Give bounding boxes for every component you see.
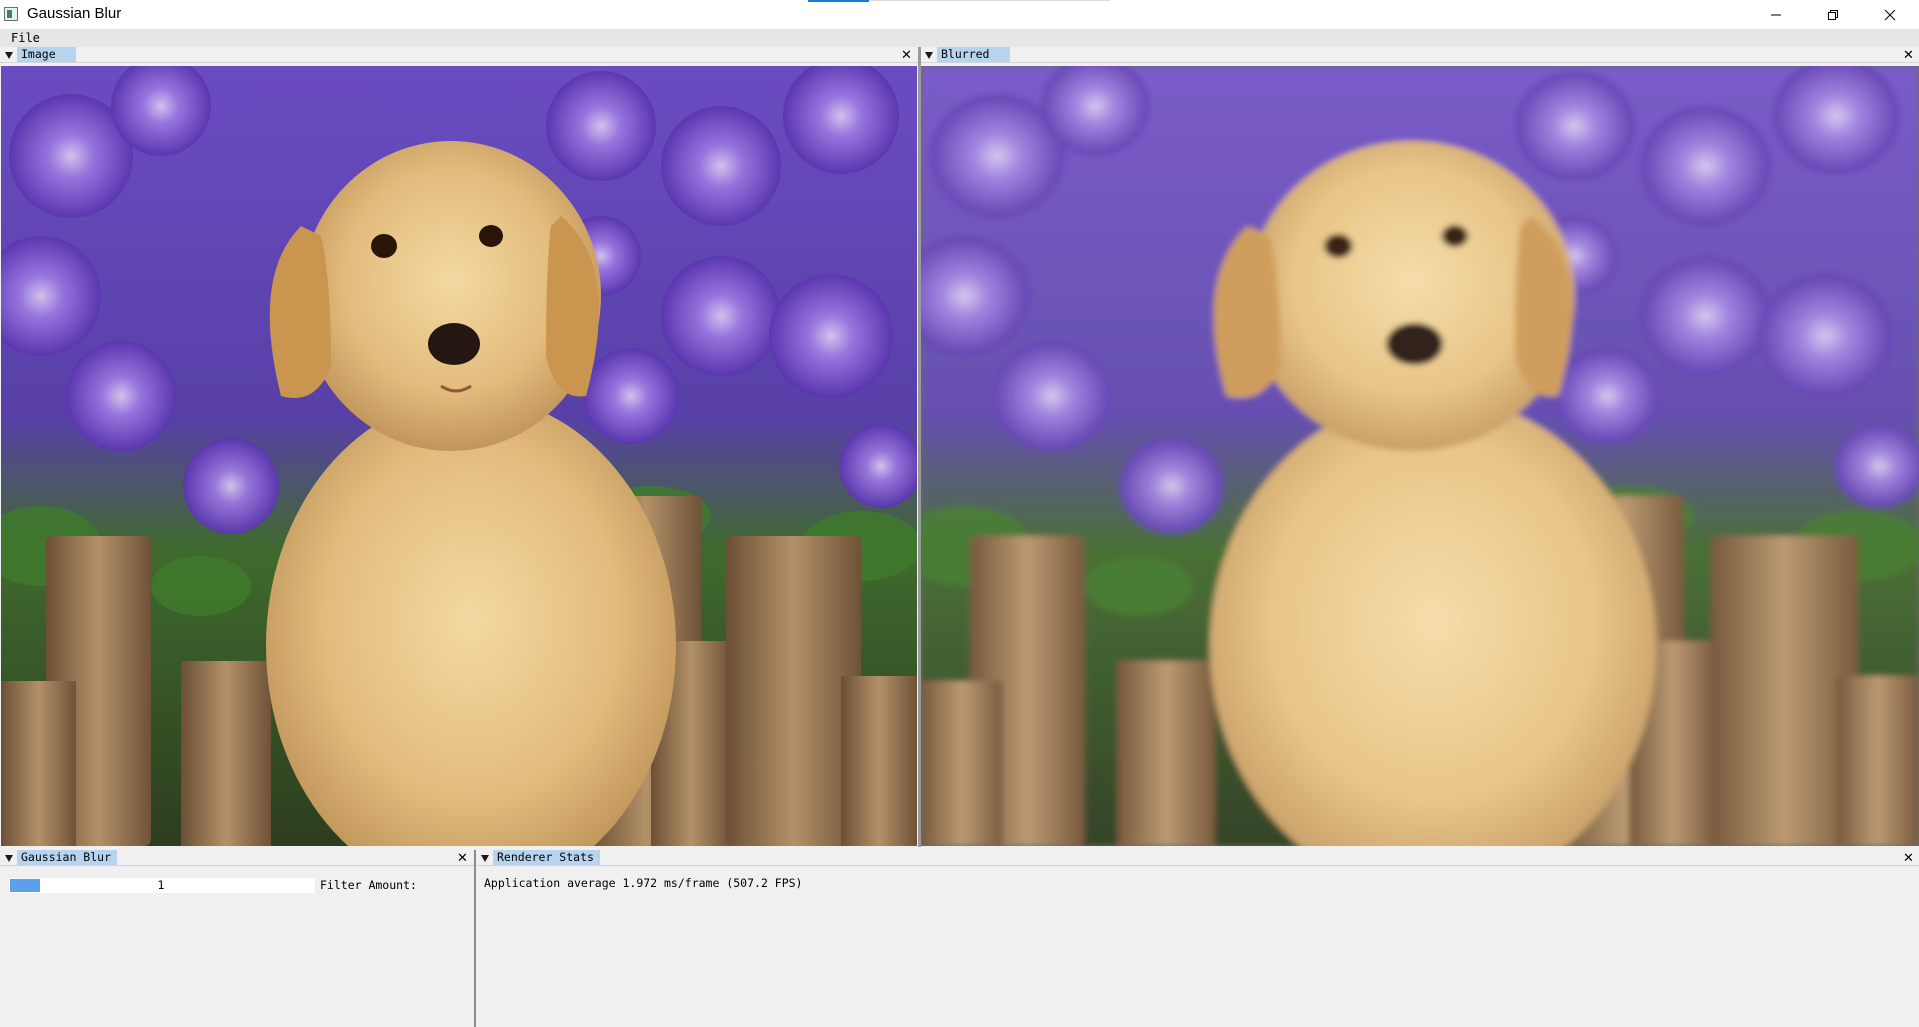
slider-grab[interactable] [10, 879, 40, 892]
minimize-icon [1771, 14, 1781, 15]
filter-amount-label: Filter Amount: [320, 878, 417, 892]
collapse-triangle-icon[interactable] [5, 52, 13, 59]
window-title-bar[interactable] [0, 0, 1919, 29]
blurred-puppy-photo [921, 66, 1919, 846]
tab-blurred[interactable]: Blurred [937, 47, 1010, 62]
renderer-stats-text: Application average 1.972 ms/frame (507.… [484, 876, 803, 890]
title-accent-bar [808, 0, 869, 2]
gaussian-blur-panel-close-icon[interactable]: ✕ [457, 852, 468, 865]
slider-value: 1 [157, 878, 165, 892]
puppy-photo [1, 66, 917, 846]
restore-icon [1828, 9, 1838, 20]
window-title: Gaussian Blur [27, 5, 122, 22]
blurred-panel-header [921, 47, 1919, 63]
image-panel-header [0, 47, 918, 63]
tab-image[interactable]: Image [17, 47, 76, 62]
app-icon [4, 7, 18, 21]
menu-file[interactable]: File [11, 31, 40, 45]
blurred-panel-close-icon[interactable]: ✕ [1903, 49, 1914, 62]
blurred-image [921, 66, 1919, 846]
renderer-stats-panel-header [476, 850, 1919, 866]
tab-gaussian-blur[interactable]: Gaussian Blur [17, 850, 117, 865]
title-accent-line [869, 0, 1110, 1]
original-image [1, 66, 917, 846]
tab-renderer-stats[interactable]: Renderer Stats [493, 850, 600, 865]
minimize-button[interactable] [1747, 0, 1805, 29]
restore-button[interactable] [1804, 0, 1862, 29]
image-panel-close-icon[interactable]: ✕ [901, 49, 912, 62]
collapse-triangle-icon[interactable] [925, 52, 933, 59]
close-window-button[interactable] [1861, 0, 1919, 29]
close-icon [1884, 9, 1896, 20]
renderer-stats-panel-close-icon[interactable]: ✕ [1903, 852, 1914, 865]
menu-bar [0, 29, 1919, 47]
collapse-triangle-icon[interactable] [5, 855, 13, 862]
collapse-triangle-icon[interactable] [481, 855, 489, 862]
